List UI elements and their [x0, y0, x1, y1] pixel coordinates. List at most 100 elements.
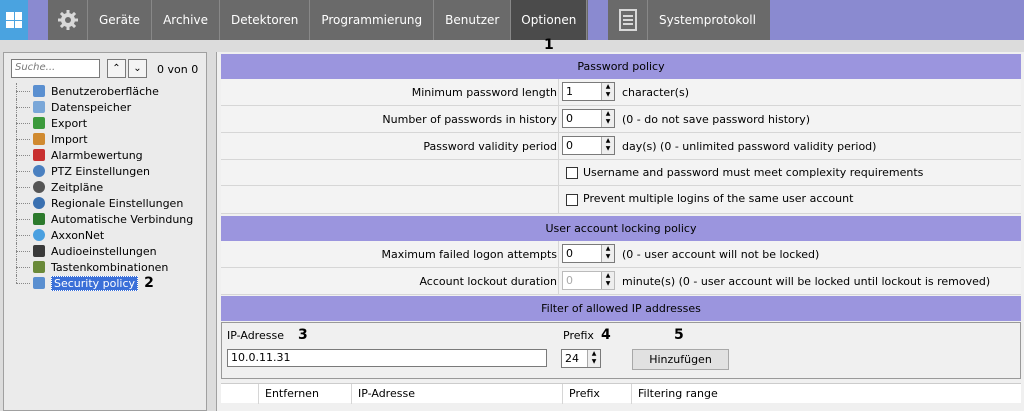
spin-up-icon: ▲ [605, 245, 611, 252]
spin-down-icon: ▼ [605, 253, 611, 260]
ip-address-label: IP-Adresse [227, 329, 284, 342]
main-tab-group: Geräte Archive Detektoren Programmierung… [48, 0, 588, 40]
spin-down-icon: ▼ [605, 280, 611, 287]
callout-2: 2 [144, 275, 154, 291]
settings-button[interactable] [48, 0, 88, 40]
add-button[interactable]: Hinzufügen [632, 349, 729, 370]
spin-up-icon: ▲ [605, 110, 611, 117]
max-attempts-note: (0 - user account will not be locked) [622, 248, 820, 261]
column-entfernen[interactable]: Entfernen [258, 384, 352, 404]
tab-benutzer[interactable]: Benutzer [434, 0, 512, 40]
chevron-up-icon: ⌃ [112, 63, 121, 74]
ip-filter-header: Filter of allowed IP addresses [221, 296, 1021, 321]
tab-optionen[interactable]: Optionen [511, 0, 588, 40]
tree-item-datenspeicher[interactable]: Datenspeicher [16, 99, 206, 115]
import-icon [33, 133, 45, 145]
export-icon [33, 117, 45, 129]
validity-spinner[interactable]: 0 ▲ ▼ [562, 136, 615, 155]
search-input[interactable]: Suche... [11, 59, 100, 78]
ip-address-input[interactable]: 10.0.11.31 [227, 349, 547, 367]
ip-filter-form: IP-Adresse 3 10.0.11.31 Prefix 4 24 ▲ ▼ 5 … [221, 322, 1021, 379]
callout-4: 4 [601, 327, 611, 343]
security-policy-content: Password policy Minimum password length … [216, 52, 1024, 411]
spin-up-icon: ▲ [605, 137, 611, 144]
max-attempts-label: Maximum failed logon attempts [381, 248, 557, 261]
tree-item-zeitplaene[interactable]: Zeitpläne [16, 179, 206, 195]
ptz-icon [33, 165, 45, 177]
spin-down-icon: ▼ [605, 118, 611, 125]
callout-3: 3 [298, 327, 308, 343]
settings-navigation-panel: Suche... ⌃ ⌄ 0 von 0 Benutzeroberfläche … [3, 52, 207, 411]
lockout-duration-spinner[interactable]: 0 ▲ ▼ [562, 271, 615, 290]
tree-item-benutzeroberflaeche[interactable]: Benutzeroberfläche [16, 83, 206, 99]
tree-item-tastenkombinationen[interactable]: Tastenkombinationen [16, 259, 206, 275]
tab-detektoren[interactable]: Detektoren [220, 0, 311, 40]
spin-down-icon: ▼ [591, 358, 597, 365]
tree-item-axxonnet[interactable]: AxxonNet [16, 227, 206, 243]
prefix-spinner[interactable]: 24 ▲ ▼ [561, 349, 601, 368]
column-filtering-range[interactable]: Filtering range [631, 384, 1021, 404]
globe-icon [33, 197, 45, 209]
complexity-checkbox[interactable] [566, 167, 578, 179]
gear-icon [57, 10, 78, 30]
chevron-down-icon: ⌄ [133, 63, 142, 74]
locking-policy-header: User account locking policy [221, 216, 1021, 241]
spin-up-icon: ▲ [605, 83, 611, 90]
spin-up-icon: ▲ [605, 272, 611, 279]
tab-archive[interactable]: Archive [152, 0, 220, 40]
connection-icon [33, 213, 45, 225]
tree-item-ptz[interactable]: PTZ Einstellungen [16, 163, 206, 179]
tree-item-audio[interactable]: Audioeinstellungen [16, 243, 206, 259]
complexity-label: Username and password must meet complexi… [583, 166, 924, 179]
multi-login-label: Prevent multiple logins of the same user… [583, 192, 854, 205]
clock-icon [33, 181, 45, 193]
document-list-icon [618, 9, 637, 31]
min-length-label: Minimum password length [411, 86, 557, 99]
max-attempts-spinner[interactable]: 0 ▲ ▼ [562, 244, 615, 263]
top-toolbar: Geräte Archive Detektoren Programmierung… [0, 0, 1024, 40]
search-result-count: 0 von 0 [157, 63, 199, 76]
tree-item-export[interactable]: Export [16, 115, 206, 131]
speaker-icon [33, 245, 45, 257]
min-length-spinner[interactable]: 1 ▲ ▼ [562, 82, 615, 101]
settings-tree: Benutzeroberfläche Datenspeicher Export … [16, 83, 206, 291]
monitor-icon [33, 85, 45, 97]
multi-login-checkbox[interactable] [566, 194, 578, 206]
prefix-label: Prefix [563, 329, 594, 342]
history-label: Number of passwords in history [382, 113, 557, 126]
history-note: (0 - do not save password history) [622, 113, 811, 126]
callout-1: 1 [544, 37, 554, 53]
system-log-icon-button[interactable] [608, 0, 648, 40]
column-ip-address[interactable]: IP-Adresse [351, 384, 563, 404]
validity-note: day(s) (0 - unlimited password validity … [622, 140, 877, 153]
tree-item-alarmbewertung[interactable]: Alarmbewertung [16, 147, 206, 163]
spin-down-icon: ▼ [605, 91, 611, 98]
tree-item-regionale[interactable]: Regionale Einstellungen [16, 195, 206, 211]
history-row: Number of passwords in history 0 ▲ ▼ (0 - … [221, 106, 1021, 133]
tab-geraete[interactable]: Geräte [88, 0, 153, 40]
alarm-icon [33, 149, 45, 161]
search-next-button[interactable]: ⌄ [128, 59, 147, 78]
spin-down-icon: ▼ [605, 145, 611, 152]
search-prev-button[interactable]: ⌃ [107, 59, 126, 78]
max-attempts-row: Maximum failed logon attempts 0 ▲ ▼ (0 - u… [221, 241, 1021, 268]
tree-item-security-policy[interactable]: Security policy 2 [16, 275, 206, 291]
tree-item-import[interactable]: Import [16, 131, 206, 147]
column-prefix[interactable]: Prefix [562, 384, 634, 404]
password-policy-header: Password policy [221, 54, 1021, 79]
lockout-duration-note: minute(s) (0 - user account will be lock… [622, 275, 991, 288]
cloud-icon [33, 229, 45, 241]
tree-item-automatische-verbindung[interactable]: Automatische Verbindung [16, 211, 206, 227]
min-length-row: Minimum password length 1 ▲ ▼ character(s) [221, 79, 1021, 106]
lockout-duration-label: Account lockout duration [419, 275, 557, 288]
validity-label: Password validity period [423, 140, 557, 153]
storage-icon [33, 101, 45, 113]
start-menu-button[interactable] [0, 0, 28, 40]
tab-systemprotokoll[interactable]: Systemprotokoll [648, 0, 767, 40]
system-log-group: Systemprotokoll [608, 0, 770, 40]
tab-programmierung[interactable]: Programmierung [310, 0, 435, 40]
min-length-unit: character(s) [622, 86, 689, 99]
multi-login-row: Prevent multiple logins of the same user… [221, 186, 1021, 214]
history-spinner[interactable]: 0 ▲ ▼ [562, 109, 615, 128]
spin-up-icon: ▲ [591, 350, 597, 357]
